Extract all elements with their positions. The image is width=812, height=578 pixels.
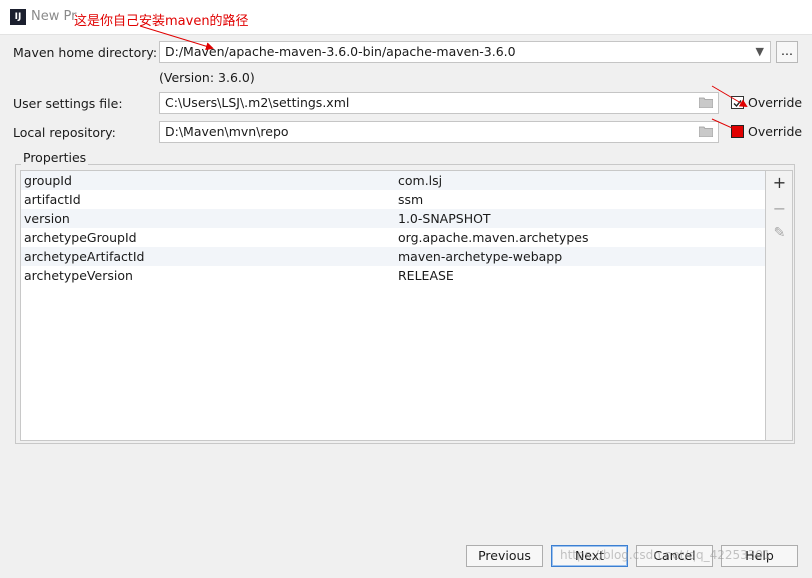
annotation-arrow bbox=[139, 25, 214, 51]
annotation-arrow bbox=[711, 118, 743, 134]
annotation-arrows bbox=[139, 25, 748, 134]
annotation-arrow bbox=[711, 85, 748, 108]
